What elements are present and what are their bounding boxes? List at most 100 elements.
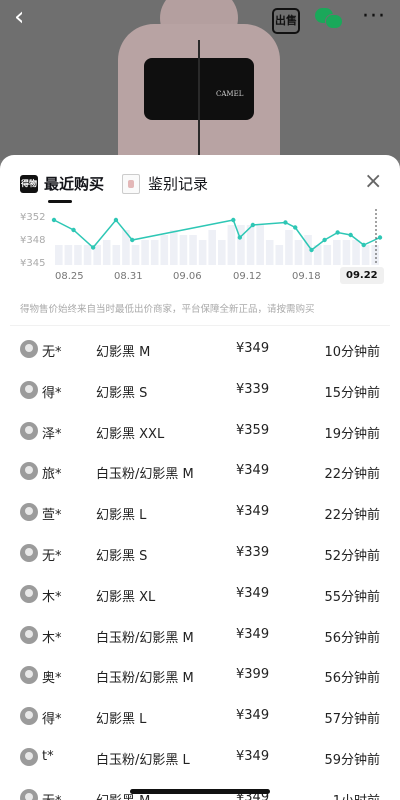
price-point: [322, 237, 327, 243]
x-tick-label: 09.12: [233, 271, 262, 282]
tab-label: 鉴别记录: [148, 175, 209, 193]
wechat-icon[interactable]: [315, 8, 343, 29]
avatar: [20, 625, 38, 644]
jacket-zip: [198, 40, 200, 160]
purchase-price: ¥349: [236, 463, 270, 479]
buyer-name: 得*: [42, 712, 62, 728]
avatar: [20, 380, 38, 399]
purchase-price: ¥349: [236, 708, 270, 724]
more-icon[interactable]: ···: [362, 4, 386, 29]
chart-bar: [323, 245, 332, 265]
chart-bar: [265, 240, 274, 265]
close-icon[interactable]: ×: [364, 171, 382, 193]
list-item: 木* 幻影黑 XL ¥349 55分钟前: [10, 574, 390, 615]
buyer-name: 无*: [42, 548, 62, 564]
price-point: [130, 237, 135, 243]
list-item: 萱* 幻影黑 L ¥349 22分钟前: [10, 492, 390, 533]
back-icon[interactable]: ‹: [14, 4, 24, 30]
chart-bar: [160, 235, 169, 265]
chart-bar: [294, 240, 303, 265]
chart-bar: [198, 240, 207, 265]
tab-recent-purchases[interactable]: 得物 最近购买: [20, 173, 104, 194]
list-item: 木* 白玉粉/幻影黑 M ¥349 56分钟前: [10, 615, 390, 656]
price-point: [335, 230, 340, 235]
price-point: [250, 222, 256, 228]
x-tick-label: 08.31: [114, 271, 143, 282]
y-tick-label: ¥352: [20, 212, 46, 223]
buyer-name: 木*: [42, 589, 62, 605]
chart-bar: [189, 235, 197, 265]
price-point: [90, 245, 96, 250]
list-item: 泽* 幻影黑 XXL ¥359 19分钟前: [10, 411, 390, 452]
active-tab-indicator: [48, 200, 72, 203]
buyer-name: t*: [42, 748, 54, 764]
home-indicator: [130, 789, 270, 794]
chart-bar: [74, 245, 82, 265]
product-spec: 幻影黑 M: [96, 345, 151, 360]
product-spec: 幻影黑 XXL: [96, 426, 165, 442]
avatar: [20, 707, 38, 726]
purchase-time: 22分钟前: [324, 467, 380, 483]
list-item: 无* 幻影黑 S ¥339 52分钟前: [10, 533, 390, 574]
chart-bar: [285, 230, 293, 265]
list-item: 旅* 白玉粉/幻影黑 M ¥349 22分钟前: [10, 451, 390, 492]
avatar: [20, 584, 38, 603]
purchase-time: 10分钟前: [324, 345, 380, 360]
purchase-price: ¥339: [236, 381, 270, 397]
chart-bar: [218, 240, 226, 265]
price-point: [361, 242, 366, 248]
chart-bar: [256, 225, 264, 265]
purchase-time: 1小时前: [333, 790, 380, 800]
price-trend-chart[interactable]: ¥352 ¥348 ¥345 08.25 08.31 09.06 09.12 0…: [10, 209, 390, 309]
purchase-time: 56分钟前: [324, 671, 380, 687]
chart-bar: [227, 225, 236, 265]
x-tick-label: 09.06: [173, 271, 202, 282]
avatar: [20, 666, 38, 685]
chart-bar: [112, 245, 121, 265]
chart-bar: [55, 245, 63, 265]
price-point: [231, 217, 236, 223]
avatar: [20, 543, 38, 562]
chart-bar: [208, 230, 216, 265]
chart-bar: [83, 245, 92, 265]
purchase-time: 56分钟前: [324, 630, 380, 646]
tab-bar: 得物 最近购买 鉴别记录 ×: [0, 155, 400, 205]
buyer-name: 奥*: [42, 671, 62, 687]
purchase-price: ¥349: [236, 504, 270, 520]
price-trend-svg: [51, 209, 383, 265]
price-point: [113, 217, 119, 223]
avatar: [20, 462, 38, 481]
buyer-name: 木*: [42, 630, 62, 646]
recent-purchases-sheet: 得物 最近购买 鉴别记录 × ¥352 ¥348 ¥345 08.25 08.3…: [0, 155, 400, 800]
product-spec: 白玉粉/幻影黑 L: [96, 752, 190, 768]
x-tick-label-selected: 09.22: [340, 267, 384, 284]
chart-bar: [333, 240, 341, 265]
purchase-price: ¥399: [236, 667, 270, 683]
price-point: [283, 220, 288, 225]
product-spec: 幻影黑 L: [96, 508, 147, 524]
tab-authentication-records[interactable]: 鉴别记录: [122, 173, 208, 194]
y-tick-label: ¥345: [20, 258, 46, 269]
chart-bar: [131, 245, 140, 265]
product-spec: 幻影黑 L: [96, 712, 147, 728]
x-tick-label: 09.18: [292, 271, 321, 282]
tab-label: 最近购买: [44, 175, 105, 193]
buyer-name: 无*: [42, 790, 62, 800]
sell-button[interactable]: 出售: [272, 8, 300, 34]
divider: [10, 325, 390, 326]
buyer-name: 无*: [42, 345, 62, 360]
avatar: [20, 421, 38, 440]
avatar: [20, 503, 38, 522]
chart-bar: [150, 240, 159, 265]
y-tick-label: ¥348: [20, 235, 46, 246]
price-point: [71, 227, 76, 233]
list-item: 得* 幻影黑 S ¥339 15分钟前: [10, 370, 390, 411]
avatar: [20, 788, 38, 800]
chart-bar: [361, 245, 370, 265]
purchase-time: 52分钟前: [324, 548, 380, 564]
jacket-logo: CAMEL: [216, 90, 244, 98]
authentication-icon: [122, 173, 140, 194]
chart-bar: [237, 225, 245, 265]
buyer-name: 泽*: [42, 426, 62, 442]
purchase-price: ¥359: [236, 422, 270, 438]
